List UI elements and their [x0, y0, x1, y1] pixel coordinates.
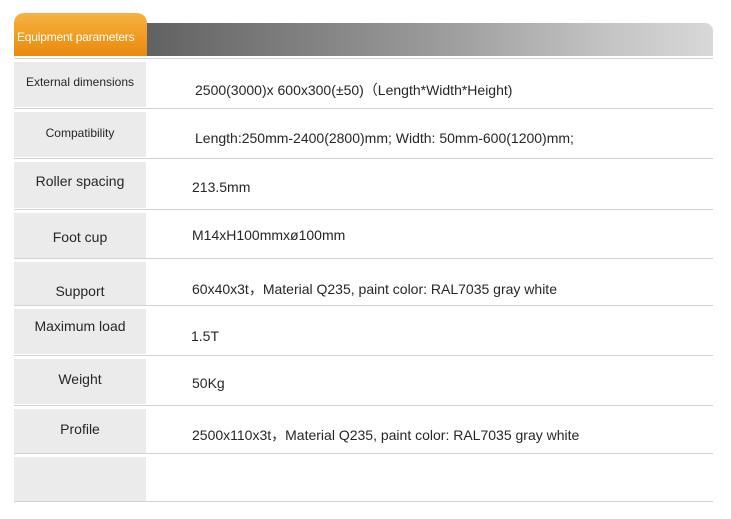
table-row: Maximum load 1.5T [14, 305, 713, 356]
row-value: 213.5mm [192, 179, 251, 195]
parameters-header: Equipment parameters [14, 13, 713, 56]
row-label: Weight [58, 370, 102, 387]
row-label-cell: Roller spacing [14, 162, 146, 208]
header-title: Equipment parameters [17, 30, 135, 44]
table-row: Roller spacing 213.5mm [14, 158, 713, 210]
row-label: Compatibility [45, 125, 115, 140]
row-label: Roller spacing [35, 173, 125, 189]
table-row: External dimensions 2500(3000)x 600x300(… [14, 58, 713, 109]
row-label: Support [55, 282, 105, 299]
table-row: Compatibility Length:250mm-2400(2800)mm;… [14, 108, 713, 159]
row-label-cell: Compatibility [14, 112, 146, 157]
row-label: External dimensions [25, 74, 135, 89]
row-label-cell: Weight [14, 359, 146, 404]
row-value: 60x40x3t，Material Q235, paint color: RAL… [192, 281, 557, 297]
row-label-cell: Foot cup [14, 213, 146, 258]
row-value: 1.5T [191, 328, 220, 344]
row-value: Length:250mm-2400(2800)mm; Width: 50mm-6… [195, 130, 574, 146]
row-label-cell: External dimensions [14, 62, 146, 107]
table-row: Profile 2500x110x3t，Material Q235, paint… [14, 405, 713, 454]
row-label-cell: Profile [14, 409, 146, 453]
header-tab: Equipment parameters [14, 13, 147, 56]
row-value: M14xH100mmxø100mm [192, 227, 346, 243]
row-label-cell [14, 457, 146, 501]
table-row: Weight 50Kg [14, 355, 713, 406]
row-label: Foot cup [52, 228, 108, 245]
table-row: Support 60x40x3t，Material Q235, paint co… [14, 258, 713, 306]
row-label: Profile [60, 421, 100, 437]
table-row: Foot cup M14xH100mmxø100mm [14, 209, 713, 259]
row-label-cell: Maximum load [14, 309, 146, 354]
row-label-cell: Support [14, 262, 146, 305]
row-value: 50Kg [192, 375, 225, 391]
row-label: Maximum load [34, 317, 126, 334]
row-value: 2500x110x3t，Material Q235, paint color: … [192, 427, 580, 443]
table-row [14, 453, 713, 502]
row-value: 2500(3000)x 600x300(±50)（Length*Width*He… [195, 82, 513, 98]
